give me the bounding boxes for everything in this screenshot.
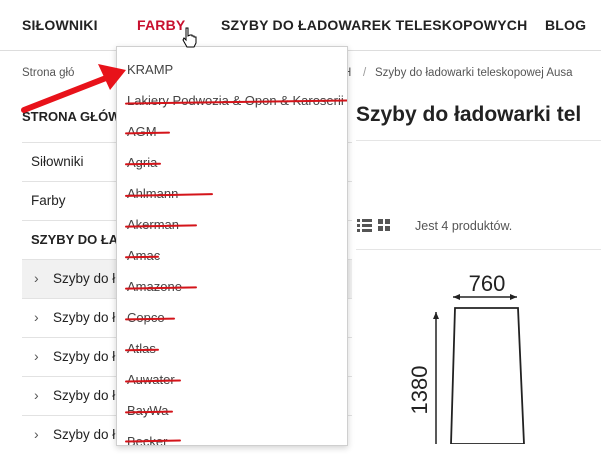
sidebar-item-label: Szyby do ł bbox=[53, 349, 116, 364]
arrowhead-icon bbox=[510, 294, 517, 300]
grid-view-icon[interactable] bbox=[378, 219, 390, 231]
sidebar-item-label: Farby bbox=[31, 193, 66, 208]
strikethrough-mark bbox=[124, 317, 176, 321]
breadcrumb-separator: / bbox=[363, 67, 367, 79]
chevron-right-icon: › bbox=[34, 309, 39, 325]
red-arrow-icon bbox=[21, 64, 126, 113]
divider bbox=[356, 249, 601, 250]
list-view-icon[interactable] bbox=[357, 219, 372, 232]
page-title: Szyby do ładowarki tel bbox=[356, 103, 582, 126]
view-toggle bbox=[357, 218, 391, 237]
chevron-right-icon: › bbox=[34, 348, 39, 364]
sidebar-item-label: SZYBY DO ŁA bbox=[31, 232, 119, 247]
sidebar-item-label: Szyby do ł bbox=[53, 310, 116, 325]
chevron-right-icon: › bbox=[34, 387, 39, 403]
glass-outline bbox=[450, 307, 525, 444]
nav-item-farby[interactable]: FARBY bbox=[137, 17, 185, 33]
nav-item-silowniki[interactable]: SIŁOWNIKI bbox=[22, 17, 98, 33]
strikethrough-mark bbox=[124, 131, 171, 135]
chevron-right-icon: › bbox=[34, 426, 39, 442]
sidebar-item-label: Szyby do ł bbox=[53, 388, 116, 403]
breadcrumb-current: Szyby do ładowarki teleskopowej Ausa bbox=[375, 67, 573, 79]
hand-cursor-icon bbox=[182, 27, 197, 48]
product-drawing[interactable]: 760 1380 bbox=[400, 260, 601, 444]
width-label: 760 bbox=[469, 271, 506, 296]
sidebar-item-label: Szyby do ł bbox=[53, 427, 116, 442]
nav-item-blog[interactable]: BLOG bbox=[545, 17, 586, 33]
farby-dropdown-menu: KRAMP Lakiery Podwozia & Opon & Karoseri… bbox=[116, 46, 348, 446]
top-nav: SIŁOWNIKI FARBY SZYBY DO ŁADOWAREK TELES… bbox=[0, 0, 601, 51]
arrowhead-icon bbox=[433, 312, 439, 319]
sidebar-item-label: Szyby do ł bbox=[53, 271, 116, 286]
height-label: 1380 bbox=[407, 366, 432, 415]
arrowhead-icon bbox=[453, 294, 460, 300]
sidebar-item-label: Siłowniki bbox=[31, 154, 84, 169]
chevron-right-icon: › bbox=[34, 270, 39, 286]
nav-item-szyby[interactable]: SZYBY DO ŁADOWAREK TELESKOPOWYCH bbox=[221, 17, 527, 33]
divider bbox=[356, 140, 601, 141]
product-count: Jest 4 produktów. bbox=[415, 219, 513, 233]
